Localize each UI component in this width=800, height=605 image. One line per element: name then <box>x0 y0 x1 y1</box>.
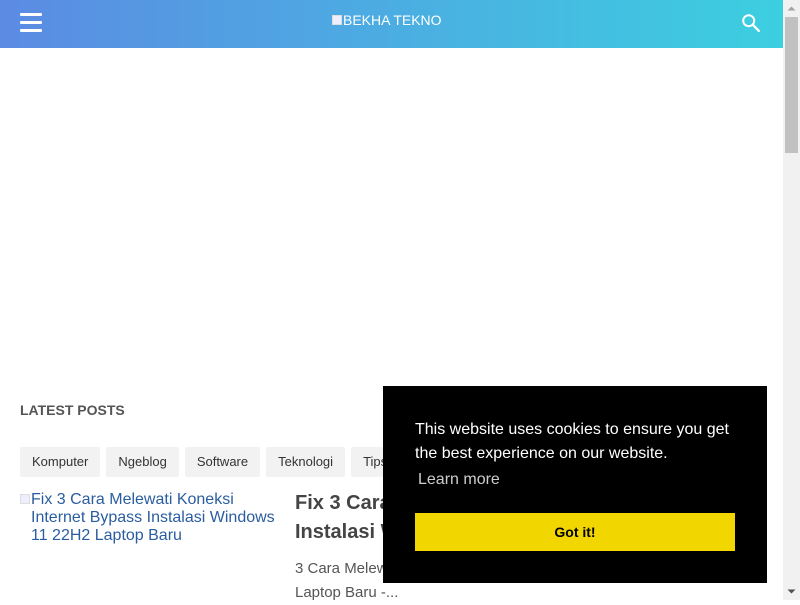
chevron-down-icon <box>787 589 796 594</box>
cookie-consent-banner: This website uses cookies to ensure you … <box>383 386 767 583</box>
scroll-down-button[interactable] <box>783 583 800 600</box>
cookie-learn-more-link[interactable]: Learn more <box>418 470 500 490</box>
post-thumbnail[interactable]: Fix 3 Cara Melewati Koneksi Internet Byp… <box>20 491 275 545</box>
tag-ngeblog[interactable]: Ngeblog <box>106 447 179 477</box>
search-button[interactable] <box>740 12 762 34</box>
scrollbar-thumb[interactable] <box>785 17 798 153</box>
scroll-up-button[interactable] <box>783 0 800 17</box>
site-logo-alt-text: BEKHA TEKNO <box>343 12 442 28</box>
tag-software[interactable]: Software <box>184 447 261 477</box>
broken-image-icon <box>20 494 30 504</box>
chevron-up-icon <box>787 6 796 11</box>
cookie-message: This website uses cookies to ensure you … <box>415 421 729 462</box>
vertical-scrollbar[interactable] <box>783 0 800 600</box>
hamburger-menu-button[interactable] <box>20 13 42 33</box>
cookie-accept-button[interactable]: Got it! <box>415 513 735 551</box>
site-header: BEKHA TEKNO <box>0 0 783 48</box>
tag-list: Komputer Ngeblog Software Teknologi Tips <box>20 447 400 477</box>
hamburger-icon <box>20 13 42 16</box>
broken-image-icon <box>332 15 342 25</box>
search-icon <box>742 14 760 32</box>
tag-komputer[interactable]: Komputer <box>20 447 101 477</box>
site-logo[interactable]: BEKHA TEKNO <box>332 10 452 30</box>
post-thumbnail-alt-text: Fix 3 Cara Melewati Koneksi Internet Byp… <box>31 491 275 544</box>
latest-posts-heading: LATEST POSTS <box>20 402 125 418</box>
tag-teknologi[interactable]: Teknologi <box>266 447 346 477</box>
